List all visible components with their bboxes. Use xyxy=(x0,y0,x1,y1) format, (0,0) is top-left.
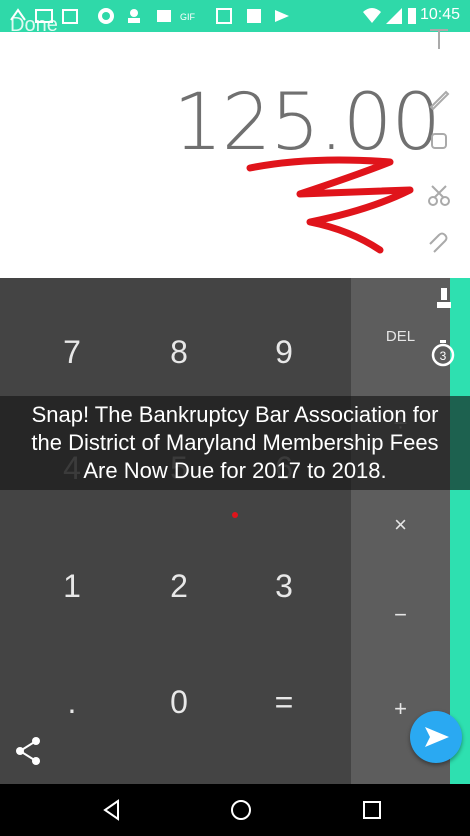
gif-icon: GIF xyxy=(180,12,196,22)
eraser-tool-icon[interactable] xyxy=(426,128,452,154)
stamp-icon[interactable] xyxy=(435,286,453,312)
timer-icon[interactable]: 3 xyxy=(430,338,456,368)
send-icon xyxy=(425,727,449,747)
key-0[interactable]: 0 xyxy=(139,684,219,721)
app-icon xyxy=(128,9,140,23)
number-pad: 7 8 9 4 5 6 1 2 3 . 0 = xyxy=(8,278,351,784)
key-decimal[interactable]: . xyxy=(32,684,112,721)
key-7[interactable]: 7 xyxy=(32,334,112,371)
status-bar: GIF 10:45 xyxy=(0,0,470,32)
red-dot xyxy=(232,512,238,518)
minus-button[interactable]: − xyxy=(351,602,450,628)
scribble-drawing xyxy=(246,156,414,254)
caption-text: Snap! The Bankruptcy Bar Association for… xyxy=(31,402,439,483)
text-tool-icon[interactable] xyxy=(426,26,452,52)
calculator-display: 125.00 xyxy=(0,32,470,278)
home-icon[interactable] xyxy=(229,798,253,822)
send-button[interactable] xyxy=(410,711,462,763)
photo-icon xyxy=(157,10,171,22)
multiply-button[interactable]: × xyxy=(351,512,450,538)
download-icon xyxy=(216,8,232,24)
key-1[interactable]: 1 xyxy=(32,568,112,605)
circle-app-icon xyxy=(98,8,114,24)
key-9[interactable]: 9 xyxy=(244,334,324,371)
key-8[interactable]: 8 xyxy=(139,334,219,371)
svg-text:GIF: GIF xyxy=(180,12,196,22)
keypad: 7 8 9 4 5 6 1 2 3 . 0 = DEL ÷ × − + 3 xyxy=(0,278,470,784)
paperclip-icon[interactable] xyxy=(426,232,452,258)
svg-text:3: 3 xyxy=(440,349,447,363)
share-icon[interactable] xyxy=(14,736,42,766)
side-panel-handle[interactable]: 3 xyxy=(431,278,470,784)
caption-overlay: Snap! The Bankruptcy Bar Association for… xyxy=(0,396,470,490)
back-icon[interactable] xyxy=(100,798,124,822)
calendar-icon xyxy=(62,9,78,24)
scissors-icon[interactable] xyxy=(426,182,452,208)
key-equals[interactable]: = xyxy=(244,684,324,721)
key-2[interactable]: 2 xyxy=(139,568,219,605)
recents-icon[interactable] xyxy=(360,798,384,822)
wifi-icon xyxy=(363,8,381,23)
email-icon xyxy=(275,10,289,22)
key-3[interactable]: 3 xyxy=(244,568,324,605)
status-time: 10:45 xyxy=(419,6,460,23)
news-icon xyxy=(247,9,261,23)
cell-signal-icon xyxy=(386,8,402,24)
pen-tool-icon[interactable] xyxy=(426,86,452,112)
navigation-bar xyxy=(0,784,470,836)
